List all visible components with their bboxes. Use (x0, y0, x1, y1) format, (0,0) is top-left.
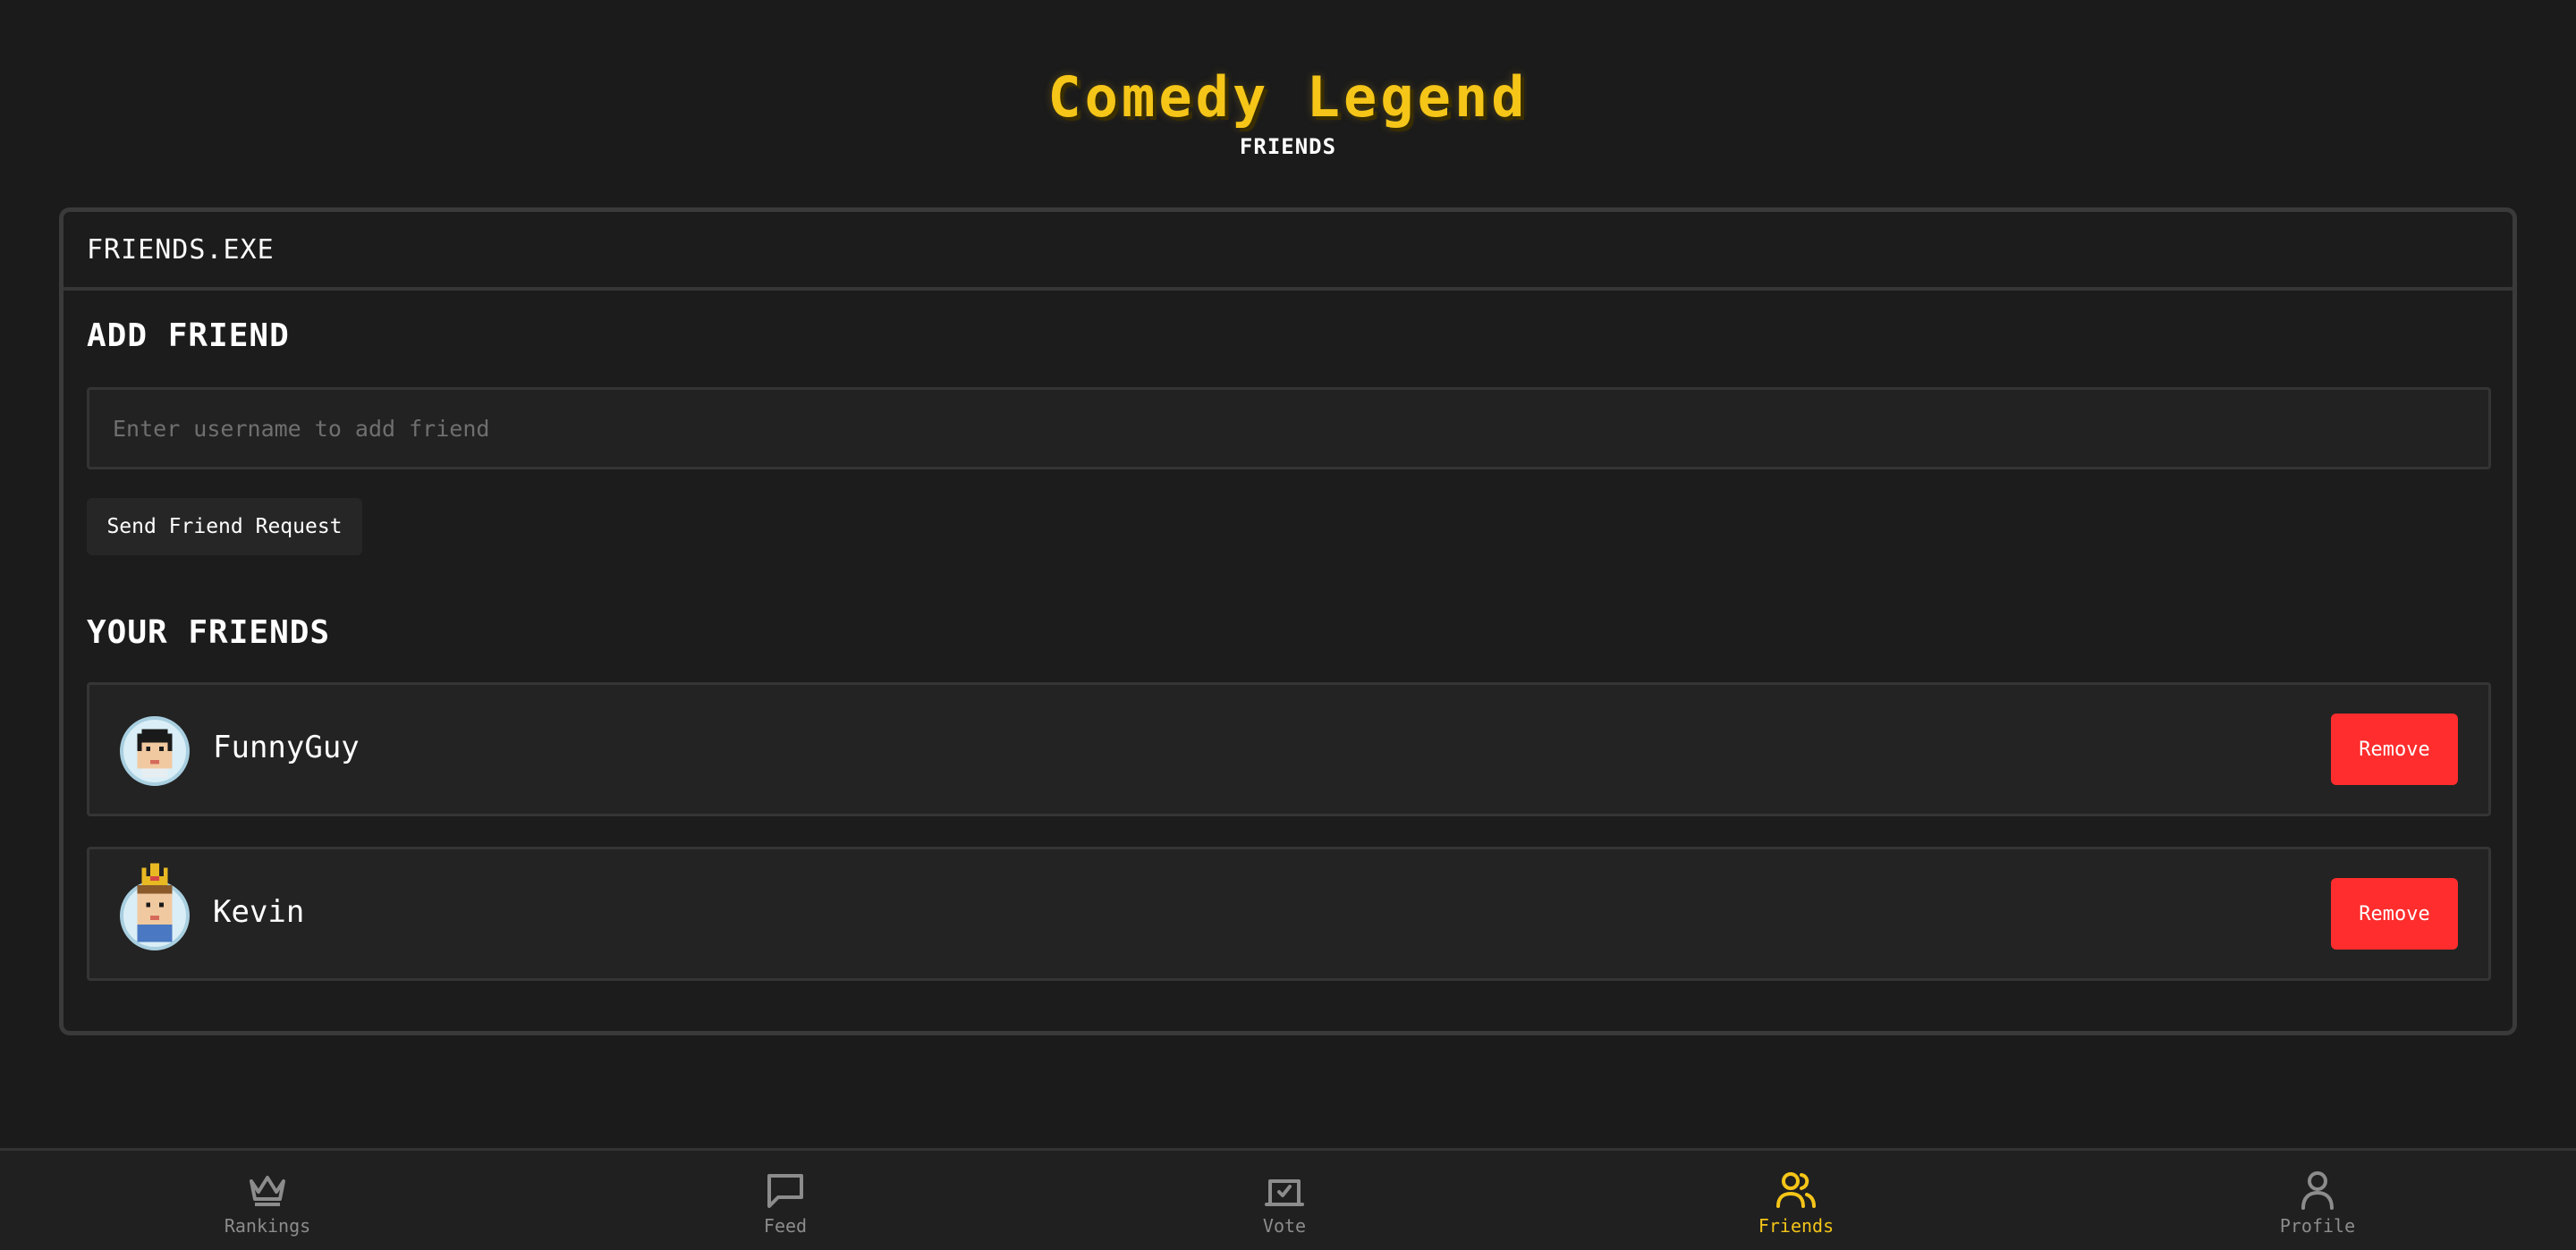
nav-label: Rankings (224, 1215, 311, 1237)
ballot-box-icon (1265, 1179, 1304, 1206)
pixel-face-avatar (120, 716, 190, 786)
nav-label: Feed (763, 1215, 808, 1237)
nav-label: Friends (1758, 1215, 1835, 1237)
remove-friend-button[interactable]: Remove (2331, 714, 2458, 785)
chat-bubble-icon (767, 1174, 803, 1208)
nav-label: Profile (2279, 1215, 2356, 1237)
friend-name: FunnyGuy (213, 730, 360, 765)
bottom-nav: Rankings Feed Vote Friends Profile (0, 1148, 2576, 1250)
nav-item-feed[interactable]: Feed (696, 1170, 875, 1242)
nav-item-friends[interactable]: Friends (1707, 1170, 1885, 1242)
add-friend-heading: ADD FRIEND (87, 317, 290, 354)
window-title: FRIENDS.EXE (87, 233, 275, 266)
crown-icon (250, 1176, 285, 1206)
nav-label: Vote (1262, 1215, 1307, 1237)
pixel-crowned-face-avatar (120, 863, 190, 950)
user-icon (2301, 1171, 2334, 1210)
app-title: Comedy Legend (1047, 64, 1529, 130)
username-input[interactable] (87, 387, 2491, 469)
friend-name: Kevin (213, 894, 305, 930)
users-icon (1776, 1172, 1816, 1208)
your-friends-heading: YOUR FRIENDS (87, 614, 331, 651)
friend-row: FunnyGuy Remove (87, 682, 2491, 816)
nav-item-rankings[interactable]: Rankings (178, 1170, 357, 1242)
page-header: Comedy Legend FRIENDS (0, 0, 2576, 197)
send-friend-request-button[interactable]: Send Friend Request (87, 498, 362, 555)
nav-item-profile[interactable]: Profile (2228, 1170, 2407, 1242)
window-titlebar: FRIENDS.EXE (64, 212, 2512, 291)
friends-window: FRIENDS.EXE ADD FRIEND Send Friend Reque… (59, 207, 2517, 1035)
nav-item-vote[interactable]: Vote (1195, 1170, 1374, 1242)
page-subtitle: FRIENDS (1239, 134, 1337, 159)
remove-friend-button[interactable]: Remove (2331, 878, 2458, 950)
friend-row: Kevin Remove (87, 847, 2491, 981)
